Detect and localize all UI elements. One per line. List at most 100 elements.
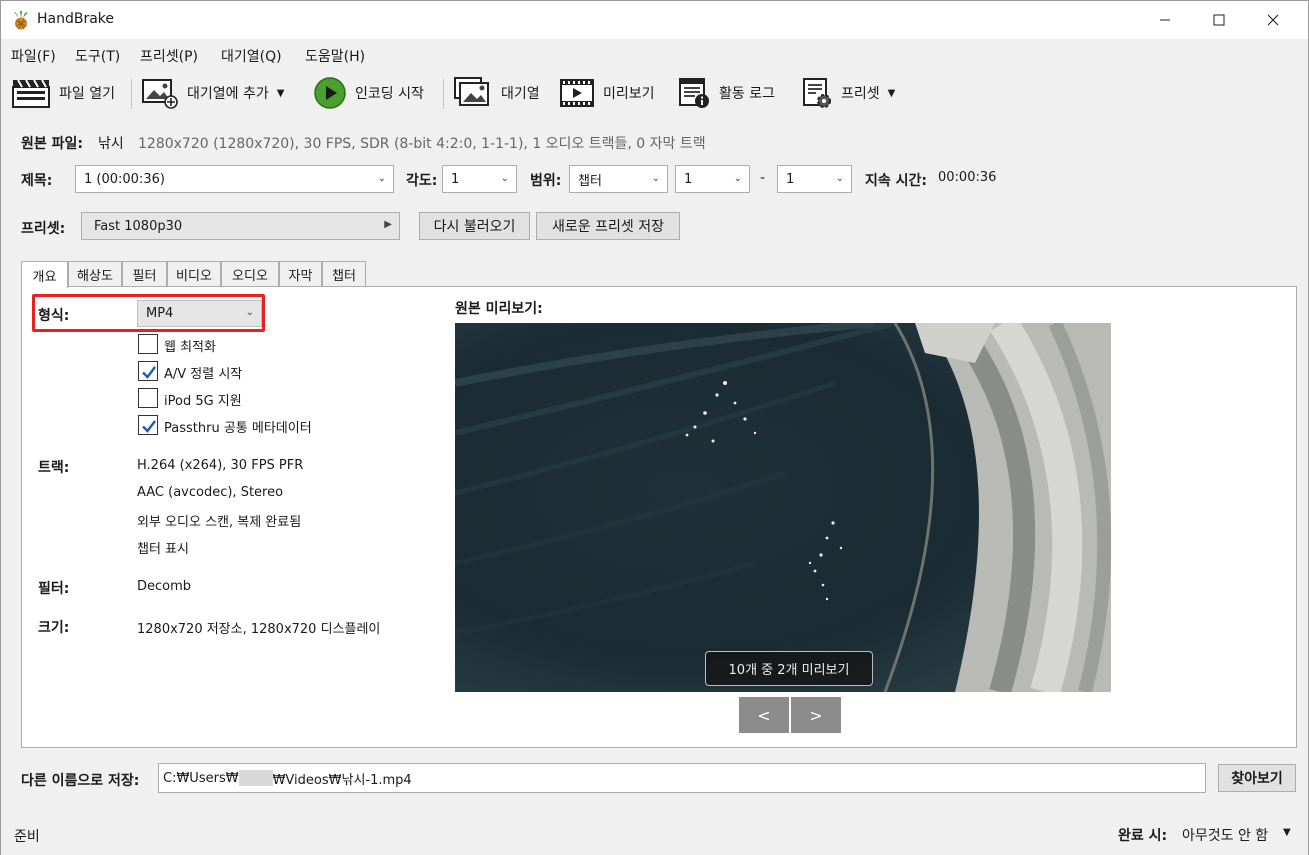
chevron-down-icon: ⌄ <box>651 173 660 184</box>
path-end: ₩Videos₩낚시-1.mp4 <box>272 772 412 788</box>
preview-caption: 10개 중 2개 미리보기 <box>705 651 873 686</box>
filters-value: Decomb <box>137 579 192 594</box>
track-item: 외부 오디오 스캔, 복제 완료됨 <box>137 515 302 530</box>
range-dash: - <box>760 170 766 186</box>
start-encode-button[interactable]: 인코딩 시작 <box>313 71 424 115</box>
chevron-down-icon[interactable]: ▼ <box>277 88 285 99</box>
chevron-down-icon: ⌄ <box>500 173 509 184</box>
ipod-support-checkbox[interactable] <box>138 388 158 408</box>
add-to-queue-button[interactable]: 대기열에 추가 ▼ <box>141 71 284 115</box>
av-align-checkbox[interactable] <box>138 361 158 381</box>
chevron-down-icon[interactable]: ▼ <box>888 88 896 99</box>
toolbar-separator <box>443 79 444 109</box>
maximize-icon[interactable] <box>1192 1 1246 39</box>
size-label: 크기: <box>38 620 70 636</box>
preset-select[interactable]: Fast 1080p30 ▶ <box>81 212 400 240</box>
preview-prev-button[interactable]: < <box>739 697 789 733</box>
source-info: 1280x720 (1280x720), 30 FPS, SDR (8-bit … <box>138 136 706 152</box>
activity-log-label: 활동 로그 <box>719 86 775 102</box>
minimize-icon[interactable] <box>1138 1 1192 39</box>
ipod-support-label: iPod 5G 지원 <box>164 394 242 409</box>
range-type-value: 챕터 <box>578 173 602 189</box>
chevron-down-icon: ⌄ <box>835 173 844 184</box>
clapperboard-icon <box>12 79 50 108</box>
source-name: 낚시 <box>98 136 124 152</box>
preview-label: 미리보기 <box>603 86 655 102</box>
duration-value: 00:00:36 <box>938 170 997 185</box>
range-type-select[interactable]: 챕터 ⌄ <box>569 165 668 193</box>
toolbar: 파일 열기 대기열에 추가 ▼ 인코딩 시작 대기열 미리보기 활동 로그 프리… <box>1 71 1308 115</box>
open-source-button[interactable]: 파일 열기 <box>11 71 115 115</box>
tab-filters[interactable]: 필터 <box>122 261 167 287</box>
av-align-label: A/V 정렬 시작 <box>164 367 243 382</box>
range-end-select[interactable]: 1 ⌄ <box>777 165 852 193</box>
play-icon <box>314 77 346 109</box>
tab-audio[interactable]: 오디오 <box>221 261 279 287</box>
title-bar: HandBrake <box>1 1 1308 39</box>
save-as-label: 다른 이름으로 저장: <box>21 773 140 789</box>
web-optimize-checkbox[interactable] <box>138 334 158 354</box>
when-done-label: 완료 시: <box>1118 828 1168 844</box>
log-info-icon <box>679 78 709 108</box>
preview-next-button[interactable]: > <box>791 697 841 733</box>
start-encode-label: 인코딩 시작 <box>355 86 424 102</box>
tab-subtitles[interactable]: 자막 <box>279 261 322 287</box>
close-icon[interactable] <box>1246 1 1300 39</box>
menu-bar: 파일(F) 도구(T) 프리셋(P) 대기열(Q) 도움말(H) <box>1 41 1308 67</box>
browse-button[interactable]: 찾아보기 <box>1218 764 1296 792</box>
tab-chapters[interactable]: 챕터 <box>322 261 366 287</box>
when-done-value[interactable]: 아무것도 안 함 <box>1182 825 1268 845</box>
film-preview-icon <box>560 79 594 107</box>
menu-queue[interactable]: 대기열(Q) <box>221 46 282 66</box>
range-start-select[interactable]: 1 ⌄ <box>675 165 750 193</box>
chevron-down-icon[interactable]: ▼ <box>1283 827 1291 838</box>
chevron-right-icon: ▶ <box>384 219 392 230</box>
presets-button[interactable]: 프리셋 ▼ <box>801 71 895 115</box>
format-select[interactable]: MP4 ⌄ <box>137 300 262 327</box>
save-new-preset-button[interactable]: 새로운 프리셋 저장 <box>536 212 680 240</box>
format-label: 형식: <box>38 308 70 324</box>
tab-video[interactable]: 비디오 <box>167 261 221 287</box>
queue-icon <box>454 77 489 106</box>
angle-select-value: 1 <box>451 171 460 187</box>
reload-preset-button[interactable]: 다시 불러오기 <box>419 212 530 240</box>
title-label: 제목: <box>21 173 53 189</box>
checkmark-icon <box>142 366 156 379</box>
chevron-down-icon: ⌄ <box>733 173 742 184</box>
path-start: C:₩Users₩ <box>163 770 239 786</box>
filters-label: 필터: <box>38 581 70 597</box>
destination-path-input[interactable]: C:₩Users₩ ₩Videos₩낚시-1.mp4 <box>158 763 1206 793</box>
status-text: 준비 <box>14 829 40 845</box>
preview-button[interactable]: 미리보기 <box>559 71 655 115</box>
track-item: 챕터 표시 <box>137 542 189 557</box>
status-bar: 준비 완료 시: 아무것도 안 함 ▼ <box>1 813 1308 855</box>
activity-log-button[interactable]: 활동 로그 <box>677 71 775 115</box>
tab-summary[interactable]: 개요 <box>21 261 68 288</box>
toolbar-separator <box>131 79 132 109</box>
menu-file[interactable]: 파일(F) <box>11 46 56 66</box>
menu-tools[interactable]: 도구(T) <box>75 46 120 66</box>
redacted-username <box>238 770 273 786</box>
title-select[interactable]: 1 (00:00:36) ⌄ <box>75 165 394 193</box>
menu-presets[interactable]: 프리셋(P) <box>140 46 198 66</box>
angle-select[interactable]: 1 ⌄ <box>442 165 517 193</box>
pineapple-app-icon <box>14 11 28 30</box>
menu-help[interactable]: 도움말(H) <box>305 46 365 66</box>
range-label: 범위: <box>530 173 562 189</box>
checkmark-icon <box>142 420 156 433</box>
chevron-down-icon: ⌄ <box>377 173 386 184</box>
queue-button[interactable]: 대기열 <box>453 71 540 115</box>
passthru-metadata-checkbox[interactable] <box>138 415 158 435</box>
range-end-value: 1 <box>786 171 795 187</box>
chevron-down-icon: ⌄ <box>245 307 254 318</box>
format-value: MP4 <box>146 306 174 321</box>
add-to-queue-label: 대기열에 추가 <box>187 86 269 102</box>
tab-dimensions[interactable]: 해상도 <box>68 261 122 287</box>
web-optimize-label: 웹 최적화 <box>164 340 216 355</box>
window-title: HandBrake <box>37 11 115 27</box>
preset-label: 프리셋: <box>21 221 66 237</box>
angle-label: 각도: <box>406 173 438 189</box>
handbrake-window: HandBrake 파일(F) 도구(T) 프리셋(P) 대기열(Q) 도움말(… <box>0 0 1309 855</box>
duration-label: 지속 시간: <box>865 173 927 189</box>
presets-label: 프리셋 <box>841 86 880 102</box>
